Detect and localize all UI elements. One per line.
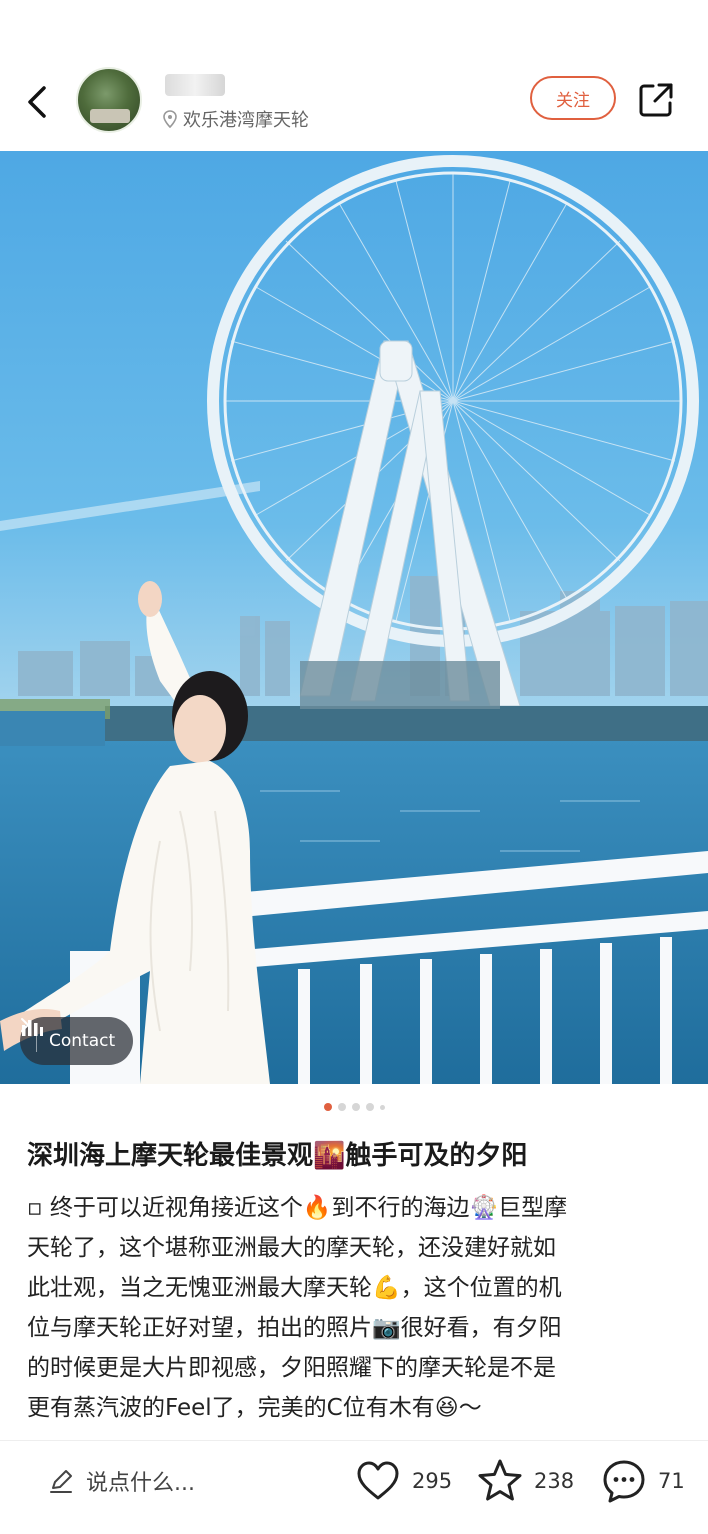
- share-icon[interactable]: [636, 80, 676, 120]
- comment-button[interactable]: 71: [600, 1457, 685, 1505]
- author-avatar[interactable]: [76, 67, 142, 133]
- post-header: 欢乐港湾摩天轮 关注: [0, 62, 708, 142]
- pager-dot-5[interactable]: [379, 1104, 385, 1110]
- post-body-line: 此壮观，当之无愧亚洲最大摩天轮💪，这个位置的机: [27, 1275, 562, 1301]
- contact-label: Contact: [49, 1031, 116, 1051]
- post-body-line: ▫ 终于可以近视角接近这个🔥到不行的海边🎡巨型摩: [27, 1195, 568, 1221]
- comment-placeholder: 说点什么...: [86, 1471, 195, 1496]
- location-tag[interactable]: 欢乐港湾摩天轮: [163, 106, 309, 132]
- collect-count: 238: [534, 1469, 575, 1493]
- pencil-icon: [50, 1470, 72, 1493]
- collect-button[interactable]: 238: [476, 1457, 574, 1505]
- author-name-blurred[interactable]: [165, 74, 225, 96]
- location-pin-icon: [163, 110, 177, 128]
- like-count: 295: [412, 1469, 453, 1493]
- chevron-right-icon: [21, 1018, 29, 1032]
- ferris-wheel-scene: [0, 155, 708, 1084]
- post-body-line: 位与摩天轮正好对望，拍出的照片📷很好看，有夕阳: [27, 1315, 562, 1341]
- post-photo[interactable]: Contact: [0, 151, 708, 1084]
- heart-icon: [357, 1461, 399, 1500]
- location-label: 欢乐港湾摩天轮: [183, 110, 309, 131]
- pager-dot-3[interactable]: [351, 1103, 360, 1111]
- pager-dot-1[interactable]: [323, 1103, 332, 1111]
- pager-dot-2[interactable]: [337, 1103, 346, 1111]
- post-body: ▫ 终于可以近视角接近这个🔥到不行的海边🎡巨型摩 天轮了，这个堪称亚洲最大的摩天…: [27, 1188, 687, 1428]
- post-title: 深圳海上摩天轮最佳景观🌇触手可及的夕阳: [27, 1141, 528, 1171]
- bottom-action-bar: 说点什么... 295 238 71: [0, 1440, 708, 1524]
- contact-button[interactable]: Contact: [20, 1017, 134, 1065]
- comment-icon: [603, 1460, 645, 1503]
- photo-pager[interactable]: [0, 1103, 708, 1111]
- comment-input[interactable]: 说点什么...: [48, 1465, 195, 1497]
- like-button[interactable]: 295: [354, 1457, 452, 1505]
- post-body-line: 的时候更是大片即视感，夕阳照耀下的摩天轮是不是: [27, 1355, 556, 1381]
- chevron-left-icon[interactable]: [22, 82, 52, 122]
- follow-button[interactable]: 关注: [530, 76, 616, 120]
- pager-dot-4[interactable]: [365, 1103, 374, 1111]
- post-body-line: 天轮了，这个堪称亚洲最大的摩天轮，还没建好就如: [27, 1235, 556, 1261]
- post-body-line: 更有蒸汽波的Feel了，完美的C位有木有😆～: [27, 1395, 482, 1421]
- comment-count: 71: [658, 1469, 685, 1493]
- star-icon: [478, 1459, 522, 1501]
